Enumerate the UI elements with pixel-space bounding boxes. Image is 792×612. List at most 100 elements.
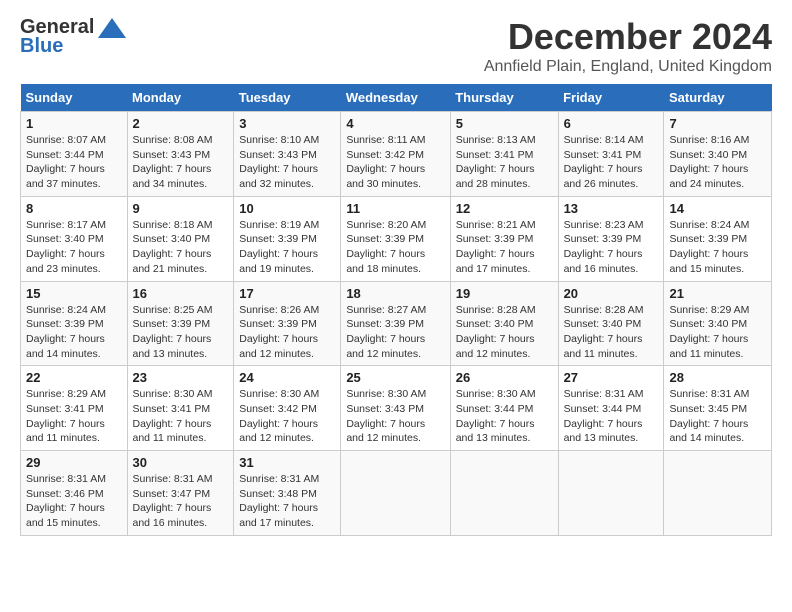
day-info: Sunrise: 8:27 AMSunset: 3:39 PMDaylight:… bbox=[346, 303, 444, 362]
day-number: 10 bbox=[239, 201, 335, 216]
day-info: Sunrise: 8:31 AMSunset: 3:47 PMDaylight:… bbox=[133, 472, 229, 531]
day-number: 16 bbox=[133, 286, 229, 301]
day-info: Sunrise: 8:13 AMSunset: 3:41 PMDaylight:… bbox=[456, 133, 553, 192]
calendar-cell: 19Sunrise: 8:28 AMSunset: 3:40 PMDayligh… bbox=[450, 281, 558, 366]
day-info: Sunrise: 8:19 AMSunset: 3:39 PMDaylight:… bbox=[239, 218, 335, 277]
day-number: 17 bbox=[239, 286, 335, 301]
calendar-cell: 22 Sunrise: 8:29 AMSunset: 3:41 PMDayligh… bbox=[21, 366, 128, 451]
day-info: Sunrise: 8:20 AMSunset: 3:39 PMDaylight:… bbox=[346, 218, 444, 277]
day-info: Sunrise: 8:17 AMSunset: 3:40 PMDaylight:… bbox=[26, 218, 122, 277]
calendar-cell: 3Sunrise: 8:10 AMSunset: 3:43 PMDaylight… bbox=[234, 112, 341, 197]
day-info: Sunrise: 8:23 AMSunset: 3:39 PMDaylight:… bbox=[564, 218, 659, 277]
day-number: 2 bbox=[133, 116, 229, 131]
calendar-cell bbox=[341, 451, 450, 536]
day-number: 24 bbox=[239, 370, 335, 385]
calendar-cell: 15 Sunrise: 8:24 AMSunset: 3:39 PMDayligh… bbox=[21, 281, 128, 366]
day-info: Sunrise: 8:30 AMSunset: 3:42 PMDaylight:… bbox=[239, 387, 335, 446]
logo-blue-text: Blue bbox=[20, 35, 63, 58]
calendar-cell: 21 Sunrise: 8:29 AMSunset: 3:40 PMDayligh… bbox=[664, 281, 772, 366]
calendar-header-row: SundayMondayTuesdayWednesdayThursdayFrid… bbox=[21, 84, 772, 112]
day-info: Sunrise: 8:30 AMSunset: 3:44 PMDaylight:… bbox=[456, 387, 553, 446]
calendar-week-row: 22 Sunrise: 8:29 AMSunset: 3:41 PMDayligh… bbox=[21, 366, 772, 451]
calendar-cell bbox=[450, 451, 558, 536]
header-thursday: Thursday bbox=[450, 84, 558, 112]
calendar-cell: 18 Sunrise: 8:27 AMSunset: 3:39 PMDayligh… bbox=[341, 281, 450, 366]
calendar-cell: 9 Sunrise: 8:18 AMSunset: 3:40 PMDaylight… bbox=[127, 196, 234, 281]
day-number: 20 bbox=[564, 286, 659, 301]
calendar-cell: 11Sunrise: 8:20 AMSunset: 3:39 PMDayligh… bbox=[341, 196, 450, 281]
calendar-cell: 24 Sunrise: 8:30 AMSunset: 3:42 PMDayligh… bbox=[234, 366, 341, 451]
day-number: 3 bbox=[239, 116, 335, 131]
day-number: 18 bbox=[346, 286, 444, 301]
calendar-cell: 26 Sunrise: 8:30 AMSunset: 3:44 PMDayligh… bbox=[450, 366, 558, 451]
calendar-cell: 16Sunrise: 8:25 AMSunset: 3:39 PMDayligh… bbox=[127, 281, 234, 366]
calendar-cell: 31 Sunrise: 8:31 AMSunset: 3:48 PMDayligh… bbox=[234, 451, 341, 536]
day-number: 1 bbox=[26, 116, 122, 131]
day-info: Sunrise: 8:29 AMSunset: 3:41 PMDaylight:… bbox=[26, 387, 122, 446]
day-number: 13 bbox=[564, 201, 659, 216]
day-info: Sunrise: 8:16 AMSunset: 3:40 PMDaylight:… bbox=[669, 133, 766, 192]
day-number: 25 bbox=[346, 370, 444, 385]
day-info: Sunrise: 8:31 AMSunset: 3:45 PMDaylight:… bbox=[669, 387, 766, 446]
day-info: Sunrise: 8:31 AMSunset: 3:48 PMDaylight:… bbox=[239, 472, 335, 531]
calendar-cell: 1 Sunrise: 8:07 AMSunset: 3:44 PMDaylight… bbox=[21, 112, 128, 197]
day-info: Sunrise: 8:28 AMSunset: 3:40 PMDaylight:… bbox=[564, 303, 659, 362]
day-info: Sunrise: 8:28 AMSunset: 3:40 PMDaylight:… bbox=[456, 303, 553, 362]
day-number: 12 bbox=[456, 201, 553, 216]
day-number: 29 bbox=[26, 455, 122, 470]
calendar-cell: 25Sunrise: 8:30 AMSunset: 3:43 PMDayligh… bbox=[341, 366, 450, 451]
day-info: Sunrise: 8:08 AMSunset: 3:43 PMDaylight:… bbox=[133, 133, 229, 192]
day-info: Sunrise: 8:11 AMSunset: 3:42 PMDaylight:… bbox=[346, 133, 444, 192]
header-monday: Monday bbox=[127, 84, 234, 112]
calendar-cell: 12 Sunrise: 8:21 AMSunset: 3:39 PMDayligh… bbox=[450, 196, 558, 281]
calendar-cell: 2 Sunrise: 8:08 AMSunset: 3:43 PMDaylight… bbox=[127, 112, 234, 197]
day-info: Sunrise: 8:30 AMSunset: 3:41 PMDaylight:… bbox=[133, 387, 229, 446]
day-number: 4 bbox=[346, 116, 444, 131]
calendar-cell: 8 Sunrise: 8:17 AMSunset: 3:40 PMDaylight… bbox=[21, 196, 128, 281]
calendar-cell: 28 Sunrise: 8:31 AMSunset: 3:45 PMDayligh… bbox=[664, 366, 772, 451]
calendar-week-row: 1 Sunrise: 8:07 AMSunset: 3:44 PMDaylight… bbox=[21, 112, 772, 197]
header-tuesday: Tuesday bbox=[234, 84, 341, 112]
calendar-cell bbox=[664, 451, 772, 536]
header-sunday: Sunday bbox=[21, 84, 128, 112]
day-number: 15 bbox=[26, 286, 122, 301]
calendar-subtitle: Annfield Plain, England, United Kingdom bbox=[484, 58, 772, 76]
day-info: Sunrise: 8:07 AMSunset: 3:44 PMDaylight:… bbox=[26, 133, 122, 192]
calendar-table: SundayMondayTuesdayWednesdayThursdayFrid… bbox=[20, 84, 772, 536]
day-number: 31 bbox=[239, 455, 335, 470]
calendar-cell: 20 Sunrise: 8:28 AMSunset: 3:40 PMDayligh… bbox=[558, 281, 664, 366]
day-number: 26 bbox=[456, 370, 553, 385]
calendar-cell: 14Sunrise: 8:24 AMSunset: 3:39 PMDayligh… bbox=[664, 196, 772, 281]
calendar-cell: 10 Sunrise: 8:19 AMSunset: 3:39 PMDayligh… bbox=[234, 196, 341, 281]
calendar-cell: 27 Sunrise: 8:31 AMSunset: 3:44 PMDayligh… bbox=[558, 366, 664, 451]
calendar-week-row: 15 Sunrise: 8:24 AMSunset: 3:39 PMDayligh… bbox=[21, 281, 772, 366]
calendar-week-row: 8 Sunrise: 8:17 AMSunset: 3:40 PMDaylight… bbox=[21, 196, 772, 281]
calendar-cell: 6Sunrise: 8:14 AMSunset: 3:41 PMDaylight… bbox=[558, 112, 664, 197]
day-info: Sunrise: 8:14 AMSunset: 3:41 PMDaylight:… bbox=[564, 133, 659, 192]
day-info: Sunrise: 8:21 AMSunset: 3:39 PMDaylight:… bbox=[456, 218, 553, 277]
day-number: 30 bbox=[133, 455, 229, 470]
logo: General Blue bbox=[20, 16, 126, 58]
page-header: General Blue December 2024 Annfield Plai… bbox=[20, 16, 772, 76]
day-info: Sunrise: 8:26 AMSunset: 3:39 PMDaylight:… bbox=[239, 303, 335, 362]
day-number: 28 bbox=[669, 370, 766, 385]
day-info: Sunrise: 8:18 AMSunset: 3:40 PMDaylight:… bbox=[133, 218, 229, 277]
day-info: Sunrise: 8:31 AMSunset: 3:44 PMDaylight:… bbox=[564, 387, 659, 446]
day-info: Sunrise: 8:29 AMSunset: 3:40 PMDaylight:… bbox=[669, 303, 766, 362]
day-number: 27 bbox=[564, 370, 659, 385]
calendar-title: December 2024 bbox=[484, 16, 772, 58]
day-number: 8 bbox=[26, 201, 122, 216]
calendar-cell: 13 Sunrise: 8:23 AMSunset: 3:39 PMDayligh… bbox=[558, 196, 664, 281]
title-area: December 2024 Annfield Plain, England, U… bbox=[484, 16, 772, 76]
header-friday: Friday bbox=[558, 84, 664, 112]
calendar-cell: 4 Sunrise: 8:11 AMSunset: 3:42 PMDaylight… bbox=[341, 112, 450, 197]
day-number: 9 bbox=[133, 201, 229, 216]
day-number: 7 bbox=[669, 116, 766, 131]
day-number: 22 bbox=[26, 370, 122, 385]
day-info: Sunrise: 8:24 AMSunset: 3:39 PMDaylight:… bbox=[669, 218, 766, 277]
day-number: 21 bbox=[669, 286, 766, 301]
header-wednesday: Wednesday bbox=[341, 84, 450, 112]
day-info: Sunrise: 8:31 AMSunset: 3:46 PMDaylight:… bbox=[26, 472, 122, 531]
calendar-cell: 23Sunrise: 8:30 AMSunset: 3:41 PMDayligh… bbox=[127, 366, 234, 451]
day-info: Sunrise: 8:24 AMSunset: 3:39 PMDaylight:… bbox=[26, 303, 122, 362]
